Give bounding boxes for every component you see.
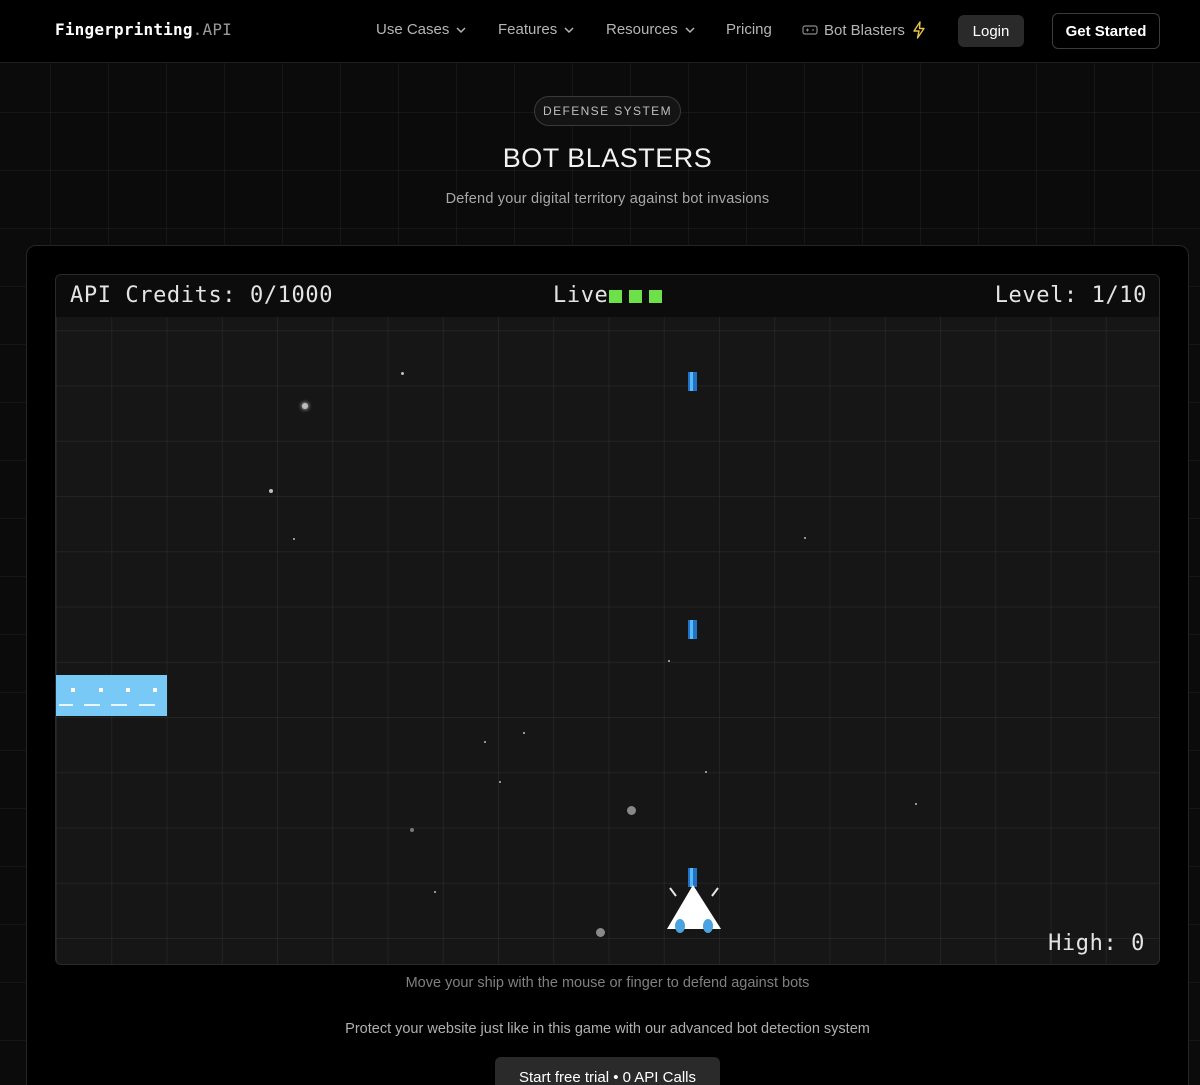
login-button[interactable]: Login (958, 15, 1024, 47)
level-counter: Level: 1/10 (994, 283, 1147, 308)
logo[interactable]: Fingerprinting.API (55, 20, 232, 39)
life-square (609, 290, 622, 303)
logo-brand: Fingerprinting (55, 20, 193, 39)
nav-use-cases-label: Use Cases (376, 21, 450, 38)
star (804, 537, 806, 539)
star (293, 538, 295, 540)
star (401, 372, 404, 375)
section-badge: DEFENSE SYSTEM (534, 96, 681, 126)
chevron-down-icon (564, 26, 574, 33)
top-nav: Fingerprinting.API Use Cases Features Re… (0, 0, 1200, 63)
nav-features[interactable]: Features (498, 21, 575, 38)
high-score: High: 0 (1048, 931, 1145, 956)
game-hud: API Credits: 0/1000 Live Level: 1/10 (56, 275, 1159, 317)
nav-resources[interactable]: Resources (606, 21, 696, 38)
player-bullet (688, 620, 697, 639)
page-subtitle: Defend your digital territory against bo… (445, 191, 770, 207)
get-started-button[interactable]: Get Started (1052, 13, 1160, 49)
nav-bot-blasters[interactable]: Bot Blasters (802, 21, 927, 39)
lives-label: Live (553, 283, 609, 308)
nav-pricing-label: Pricing (726, 21, 772, 38)
star (668, 660, 670, 662)
gamepad-icon (802, 25, 818, 35)
nav-resources-label: Resources (606, 21, 678, 38)
life-square (649, 290, 662, 303)
game-canvas[interactable]: API Credits: 0/1000 Live Level: 1/10 Hig… (55, 274, 1160, 965)
star (705, 771, 707, 773)
game-instructions: Move your ship with the mouse or finger … (405, 975, 810, 991)
protect-tagline: Protect your website just like in this g… (345, 1021, 870, 1037)
page: Fingerprinting.API Use Cases Features Re… (0, 0, 1200, 1085)
star (915, 803, 917, 805)
spaceship-icon (667, 885, 721, 933)
bot-invader (56, 675, 167, 716)
star (627, 806, 636, 815)
star (434, 891, 436, 893)
nav-bot-blasters-label: Bot Blasters (824, 21, 905, 39)
star (523, 732, 525, 734)
api-credits-counter: API Credits: 0/1000 (70, 283, 334, 308)
lives-indicator (609, 290, 662, 303)
life-square (629, 290, 642, 303)
bot-pattern-icon (59, 688, 157, 706)
chevron-down-icon (685, 26, 695, 33)
star (596, 928, 605, 937)
lightning-bolt-icon (913, 21, 925, 39)
nav-features-label: Features (498, 21, 558, 38)
chevron-down-icon (456, 26, 466, 33)
star (484, 741, 486, 743)
nav-use-cases[interactable]: Use Cases (376, 21, 467, 38)
page-title: BOT BLASTERS (502, 143, 713, 173)
player-ship[interactable] (664, 868, 724, 939)
star (302, 403, 308, 409)
start-free-trial-button[interactable]: Start free trial • 0 API Calls (495, 1057, 720, 1085)
star (499, 781, 501, 783)
logo-suffix: .API (192, 20, 233, 39)
star (410, 828, 414, 832)
star (269, 489, 273, 493)
nav-pricing[interactable]: Pricing (726, 21, 772, 38)
player-bullet (688, 372, 697, 391)
